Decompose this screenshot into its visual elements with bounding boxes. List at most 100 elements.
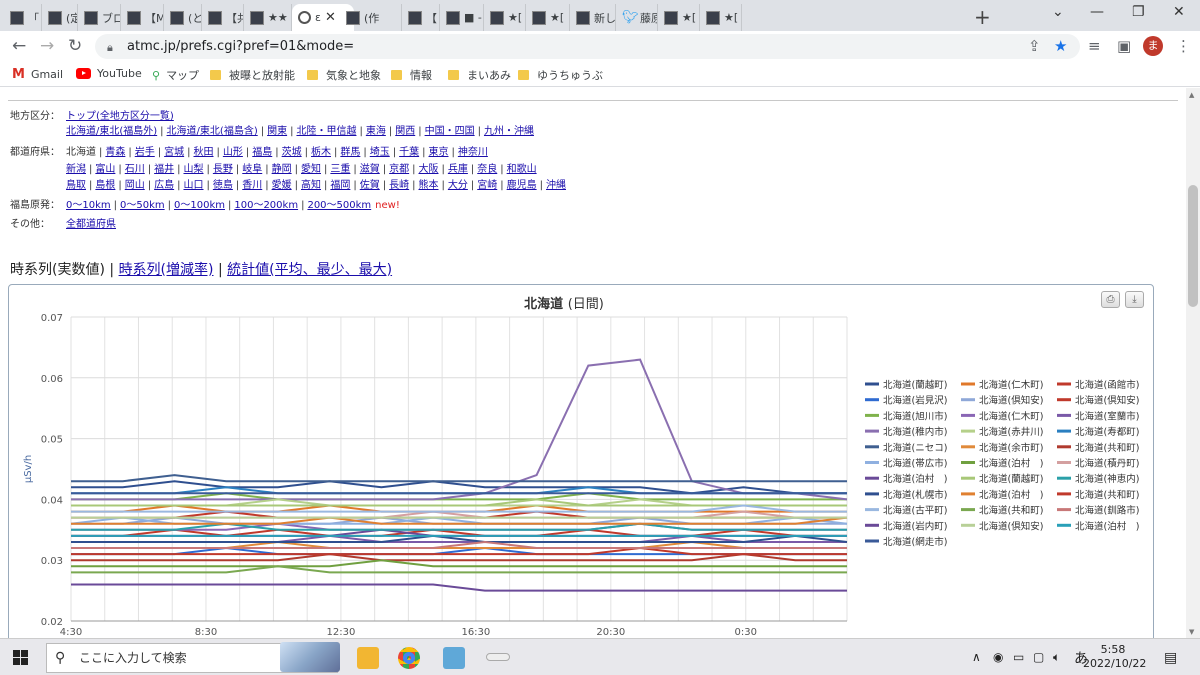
- prefecture-link[interactable]: 京都: [389, 164, 409, 175]
- bookmark-folder-1[interactable]: 被曝と放射能: [210, 67, 295, 83]
- prefecture-link[interactable]: 富山: [95, 164, 115, 175]
- lock-icon[interactable]: 🔒︎: [107, 35, 113, 60]
- new-tab-button[interactable]: +: [974, 5, 991, 29]
- scroll-down-icon[interactable]: ▼: [1189, 628, 1194, 636]
- prefecture-link[interactable]: 島根: [95, 180, 115, 191]
- prefecture-link[interactable]: 茨城: [282, 147, 302, 158]
- page-scrollbar[interactable]: ▲ ▼: [1186, 88, 1200, 638]
- minimize-icon[interactable]: —: [1090, 4, 1104, 20]
- prefecture-link[interactable]: 東京: [429, 147, 449, 158]
- region-link[interactable]: 関東: [267, 126, 287, 137]
- browser-tab[interactable]: 【 こ: [402, 4, 440, 31]
- prefecture-link[interactable]: 鳥取: [66, 180, 86, 191]
- app-icon[interactable]: [443, 647, 465, 669]
- region-link[interactable]: 中国・四国: [425, 126, 475, 137]
- view-link-rate[interactable]: 時系列(増減率): [119, 262, 214, 278]
- app-icon-2[interactable]: [486, 653, 510, 661]
- profile-avatar[interactable]: ま: [1143, 36, 1163, 56]
- region-link[interactable]: 九州・沖縄: [484, 126, 534, 137]
- scrollbar-thumb[interactable]: [1188, 185, 1198, 307]
- chrome-icon[interactable]: [398, 647, 420, 669]
- network-icon[interactable]: ▢: [1033, 650, 1044, 664]
- prefecture-link[interactable]: 神奈川: [458, 147, 488, 158]
- reading-list-icon[interactable]: ≡: [1088, 37, 1101, 55]
- region-link[interactable]: 北海道/東北(福島含): [167, 126, 258, 137]
- tray-expand-icon[interactable]: ∧: [972, 650, 981, 664]
- browser-tab[interactable]: ■ -: [440, 4, 484, 31]
- all-prefs-link[interactable]: 全都道府県: [66, 219, 116, 230]
- prefecture-link[interactable]: 徳島: [213, 180, 233, 191]
- prefecture-link[interactable]: 岩手: [135, 147, 155, 158]
- prefecture-link[interactable]: 山梨: [184, 164, 204, 175]
- menu-icon[interactable]: ⋮: [1176, 37, 1191, 55]
- reload-icon[interactable]: ↻: [68, 36, 82, 56]
- prefecture-link[interactable]: 石川: [125, 164, 145, 175]
- prefecture-link[interactable]: 宮崎: [477, 180, 497, 191]
- view-link-stats[interactable]: 統計値(平均、最少、最大): [227, 262, 392, 278]
- bookmark-folder-4[interactable]: まいあみ: [448, 67, 511, 83]
- address-bar[interactable]: 🔒︎ atmc.jp/prefs.cgi?pref=01&mode=: [95, 34, 1080, 59]
- tab-close-icon[interactable]: ✕: [325, 10, 336, 25]
- close-window-icon[interactable]: ✕: [1173, 4, 1185, 20]
- prefecture-link[interactable]: 鹿児島: [507, 180, 537, 191]
- prefecture-link[interactable]: 熊本: [419, 180, 439, 191]
- browser-tab[interactable]: (定: [42, 4, 78, 31]
- browser-tab[interactable]: ★[: [526, 4, 570, 31]
- prefecture-link[interactable]: 千葉: [399, 147, 419, 158]
- prefecture-link[interactable]: 長野: [213, 164, 233, 175]
- bookmark-gmail[interactable]: M Gmail: [12, 67, 63, 82]
- prefecture-link[interactable]: 佐賀: [360, 180, 380, 191]
- prefecture-link[interactable]: 静岡: [272, 164, 292, 175]
- fukushima-range-link[interactable]: 0～100km: [174, 200, 225, 211]
- region-link[interactable]: 北陸・甲信越: [296, 126, 356, 137]
- prefecture-link[interactable]: 愛知: [301, 164, 321, 175]
- tray-app-icon[interactable]: ◉: [993, 650, 1003, 664]
- prefecture-link[interactable]: 岐阜: [242, 164, 262, 175]
- prefecture-link[interactable]: 大阪: [419, 164, 439, 175]
- region-link[interactable]: 関西: [395, 126, 415, 137]
- prefecture-link[interactable]: 広島: [154, 180, 174, 191]
- prefecture-link[interactable]: 埼玉: [370, 147, 390, 158]
- bookmark-star-icon[interactable]: ★: [1054, 37, 1067, 55]
- region-link[interactable]: 東海: [366, 126, 386, 137]
- fukushima-range-link[interactable]: 200～500km: [307, 200, 371, 211]
- search-highlight-image[interactable]: [280, 642, 340, 672]
- bookmark-folder-2[interactable]: 気象と地象: [307, 67, 381, 83]
- prefecture-link[interactable]: 新潟: [66, 164, 86, 175]
- battery-icon[interactable]: ▭: [1013, 650, 1024, 664]
- prefecture-link[interactable]: 青森: [105, 147, 125, 158]
- scroll-up-icon[interactable]: ▲: [1189, 91, 1194, 99]
- browser-tab[interactable]: 新し: [570, 4, 616, 31]
- share-icon[interactable]: ⇪: [1028, 37, 1041, 55]
- fukushima-range-link[interactable]: 100～200km: [234, 200, 298, 211]
- fukushima-range-link[interactable]: 0～10km: [66, 200, 111, 211]
- prefecture-link[interactable]: 滋賀: [360, 164, 380, 175]
- prefecture-link[interactable]: 宮城: [164, 147, 184, 158]
- prefecture-link[interactable]: 長崎: [389, 180, 409, 191]
- forward-icon[interactable]: →: [40, 36, 54, 56]
- prefecture-link[interactable]: 栃木: [311, 147, 331, 158]
- browser-tab[interactable]: ★★: [244, 4, 292, 31]
- restore-icon[interactable]: ❐: [1132, 4, 1145, 20]
- prefecture-link[interactable]: 福井: [154, 164, 174, 175]
- prefecture-link[interactable]: 兵庫: [448, 164, 468, 175]
- side-panel-icon[interactable]: ▣: [1117, 37, 1131, 55]
- prefecture-link[interactable]: 和歌山: [507, 164, 537, 175]
- prefecture-link[interactable]: 福岡: [330, 180, 350, 191]
- bookmark-maps[interactable]: ⚲ マップ: [152, 67, 199, 83]
- browser-tab[interactable]: 🐦︎藤原: [616, 4, 658, 31]
- browser-tab[interactable]: (と): [164, 4, 202, 31]
- prefecture-link[interactable]: 高知: [301, 180, 321, 191]
- prefecture-link[interactable]: 沖縄: [546, 180, 566, 191]
- bookmark-folder-3[interactable]: 情報: [391, 67, 432, 83]
- prefecture-link[interactable]: 香川: [242, 180, 262, 191]
- browser-tab[interactable]: (作: [340, 4, 402, 31]
- prefecture-link[interactable]: 奈良: [477, 164, 497, 175]
- bookmark-youtube[interactable]: YouTube: [76, 67, 142, 80]
- fukushima-range-link[interactable]: 0～50km: [120, 200, 165, 211]
- prefecture-link[interactable]: 秋田: [194, 147, 214, 158]
- system-clock[interactable]: 5:58 2022/10/22: [1083, 643, 1146, 671]
- browser-tab[interactable]: 「 ッ: [4, 4, 42, 31]
- browser-tab[interactable]: ★[: [658, 4, 700, 31]
- prefecture-link[interactable]: 愛媛: [272, 180, 292, 191]
